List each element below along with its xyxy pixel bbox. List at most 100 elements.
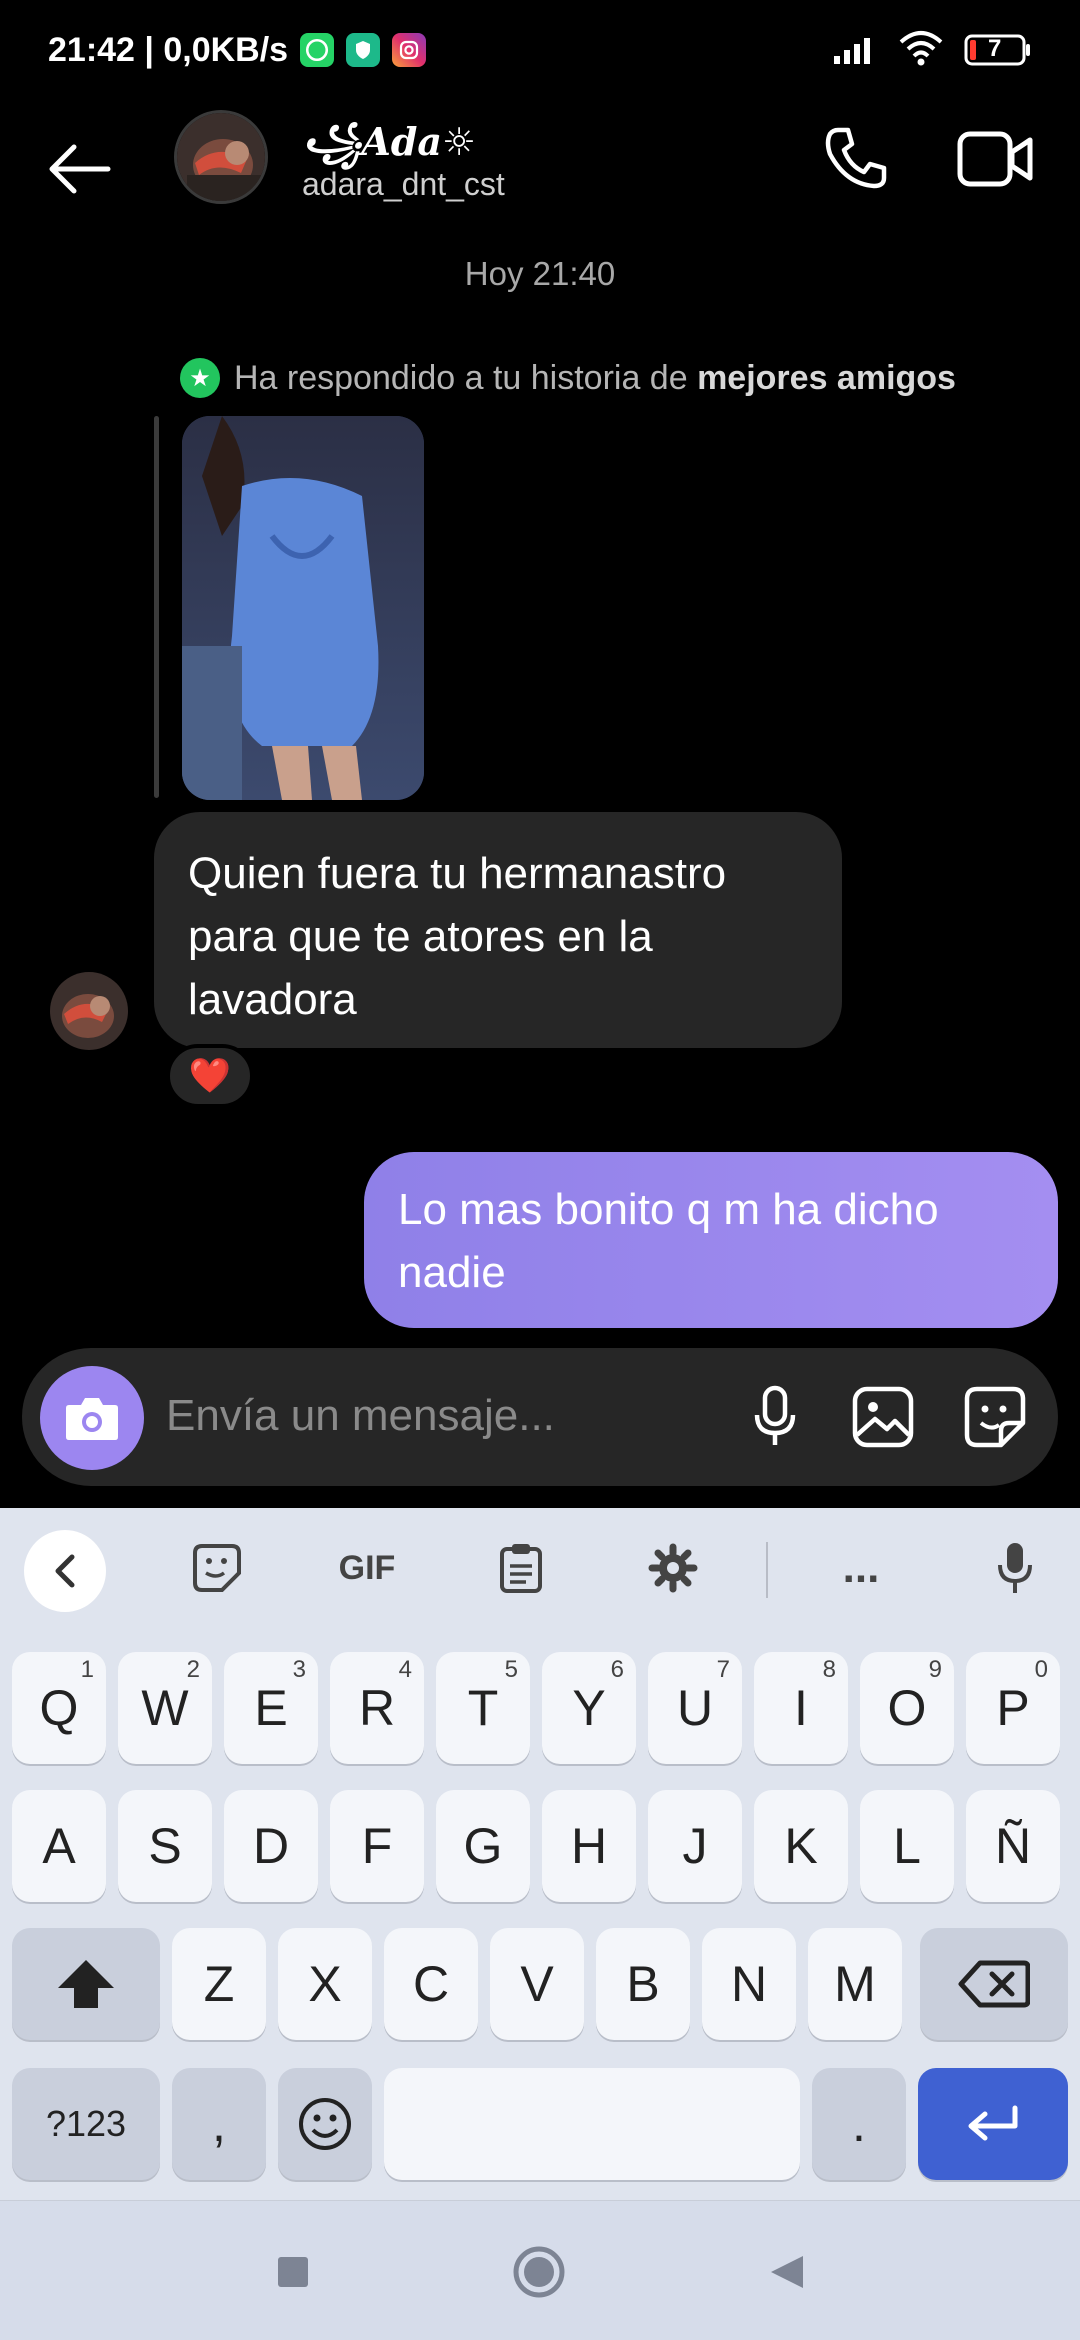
- voice-typing-button[interactable]: [980, 1536, 1050, 1600]
- key-label: P: [996, 1680, 1030, 1736]
- microphone-icon: [754, 1385, 796, 1445]
- key-u[interactable]: U7: [648, 1652, 742, 1764]
- key-i[interactable]: I8: [754, 1652, 848, 1764]
- sender-avatar[interactable]: [50, 972, 128, 1050]
- keyboard-collapse-button[interactable]: [24, 1530, 106, 1612]
- status-bar: 21:42 | 0,0KB/s 7: [0, 0, 1080, 100]
- video-call-button[interactable]: [956, 124, 1036, 194]
- gallery-button[interactable]: [848, 1382, 918, 1452]
- key-t[interactable]: T5: [436, 1652, 530, 1764]
- key-l[interactable]: L: [860, 1790, 954, 1902]
- symbols-key[interactable]: ?123: [12, 2068, 160, 2180]
- camera-button[interactable]: [40, 1366, 144, 1470]
- message-composer: [22, 1348, 1058, 1486]
- back-button[interactable]: [44, 134, 114, 204]
- clipboard-button[interactable]: [486, 1536, 556, 1600]
- key-b[interactable]: B: [596, 1928, 690, 2040]
- reply-note-prefix: Ha respondido a tu historia de: [234, 358, 688, 397]
- emoji-key[interactable]: [278, 2068, 372, 2180]
- period-key[interactable]: .: [812, 2068, 906, 2180]
- key-number-hint: 2: [186, 1656, 200, 1683]
- key-h[interactable]: H: [542, 1790, 636, 1902]
- key-number-hint: 0: [1034, 1656, 1048, 1683]
- key-number-hint: 3: [292, 1656, 306, 1683]
- gif-button[interactable]: GIF: [332, 1536, 402, 1600]
- sticker-button[interactable]: [960, 1382, 1030, 1452]
- smiley-icon: [299, 2098, 351, 2150]
- chat-header: ꧁Ada☼ adara_dnt_cst: [0, 110, 1080, 240]
- key-label: U: [676, 1680, 714, 1736]
- key-label: Y: [572, 1680, 606, 1736]
- camera-icon: [66, 1398, 118, 1440]
- story-reply-note: ★ Ha respondido a tu historia de mejores…: [180, 358, 956, 398]
- backspace-key[interactable]: [920, 1928, 1068, 2040]
- key-number-hint: 8: [822, 1656, 836, 1683]
- reply-note-bold: mejores amigos: [697, 358, 956, 397]
- home-button[interactable]: [512, 2245, 566, 2299]
- incoming-message-bubble[interactable]: Quien fuera tu hermanastro para que te a…: [154, 812, 842, 1048]
- key-r[interactable]: R4: [330, 1652, 424, 1764]
- key-n[interactable]: N: [702, 1928, 796, 2040]
- key-p[interactable]: P0: [966, 1652, 1060, 1764]
- key-y[interactable]: Y6: [542, 1652, 636, 1764]
- key-g[interactable]: G: [436, 1790, 530, 1902]
- outgoing-message-bubble[interactable]: Lo mas bonito q m ha dicho nadie: [364, 1152, 1058, 1328]
- voice-message-button[interactable]: [740, 1382, 810, 1452]
- avatar[interactable]: [174, 110, 268, 204]
- more-options-button[interactable]: ...: [826, 1536, 896, 1600]
- key-a[interactable]: A: [12, 1790, 106, 1902]
- key-m[interactable]: M: [808, 1928, 902, 2040]
- key-number-hint: 4: [398, 1656, 412, 1683]
- square-icon: [278, 2257, 308, 2287]
- key-ñ[interactable]: Ñ: [966, 1790, 1060, 1902]
- whatsapp-icon: [300, 33, 335, 67]
- key-number-hint: 7: [716, 1656, 730, 1683]
- shift-key[interactable]: [12, 1928, 160, 2040]
- toolbar-divider: [766, 1542, 768, 1598]
- time-separator: Hoy 21:40: [464, 255, 616, 292]
- key-x[interactable]: X: [278, 1928, 372, 2040]
- video-camera-icon: [957, 131, 1033, 187]
- enter-key[interactable]: [918, 2068, 1068, 2180]
- key-number-hint: 5: [504, 1656, 518, 1683]
- key-label: O: [887, 1680, 927, 1736]
- close-friends-star-icon: ★: [180, 358, 220, 398]
- key-d[interactable]: D: [224, 1790, 318, 1902]
- key-q[interactable]: Q1: [12, 1652, 106, 1764]
- key-k[interactable]: K: [754, 1790, 848, 1902]
- arrow-left-icon: [49, 144, 111, 194]
- key-f[interactable]: F: [330, 1790, 424, 1902]
- key-s[interactable]: S: [118, 1790, 212, 1902]
- key-j[interactable]: J: [648, 1790, 742, 1902]
- space-key[interactable]: [384, 2068, 800, 2180]
- key-c[interactable]: C: [384, 1928, 478, 2040]
- key-number-hint: 9: [928, 1656, 942, 1683]
- key-label: R: [358, 1680, 396, 1736]
- triangle-back-icon: [771, 2256, 803, 2288]
- system-navigation-bar: [0, 2200, 1080, 2340]
- image-icon: [852, 1386, 914, 1448]
- story-thumbnail[interactable]: [182, 416, 424, 800]
- key-v[interactable]: V: [490, 1928, 584, 2040]
- sticker-tool-button[interactable]: [182, 1536, 252, 1600]
- enter-icon: [968, 2105, 1018, 2141]
- key-w[interactable]: W2: [118, 1652, 212, 1764]
- comma-key[interactable]: ,: [172, 2068, 266, 2180]
- voice-call-button[interactable]: [820, 124, 890, 194]
- recents-button[interactable]: [266, 2245, 320, 2299]
- key-o[interactable]: O9: [860, 1652, 954, 1764]
- reply-note-text: Ha respondido a tu historia de mejores a…: [234, 359, 956, 398]
- contact-username[interactable]: adara_dnt_cst: [302, 166, 505, 203]
- key-label: T: [467, 1680, 499, 1736]
- message-input[interactable]: [166, 1376, 586, 1456]
- signal-icon: [832, 32, 878, 69]
- circle-icon: [513, 2246, 565, 2298]
- keyboard-settings-button[interactable]: [638, 1536, 708, 1600]
- key-e[interactable]: E3: [224, 1652, 318, 1764]
- key-z[interactable]: Z: [172, 1928, 266, 2040]
- heart-reaction[interactable]: ❤️: [166, 1044, 254, 1108]
- phone-icon: [825, 127, 887, 189]
- back-nav-button[interactable]: [760, 2245, 814, 2299]
- microphone-icon: [998, 1543, 1032, 1593]
- wifi-icon: [898, 30, 944, 71]
